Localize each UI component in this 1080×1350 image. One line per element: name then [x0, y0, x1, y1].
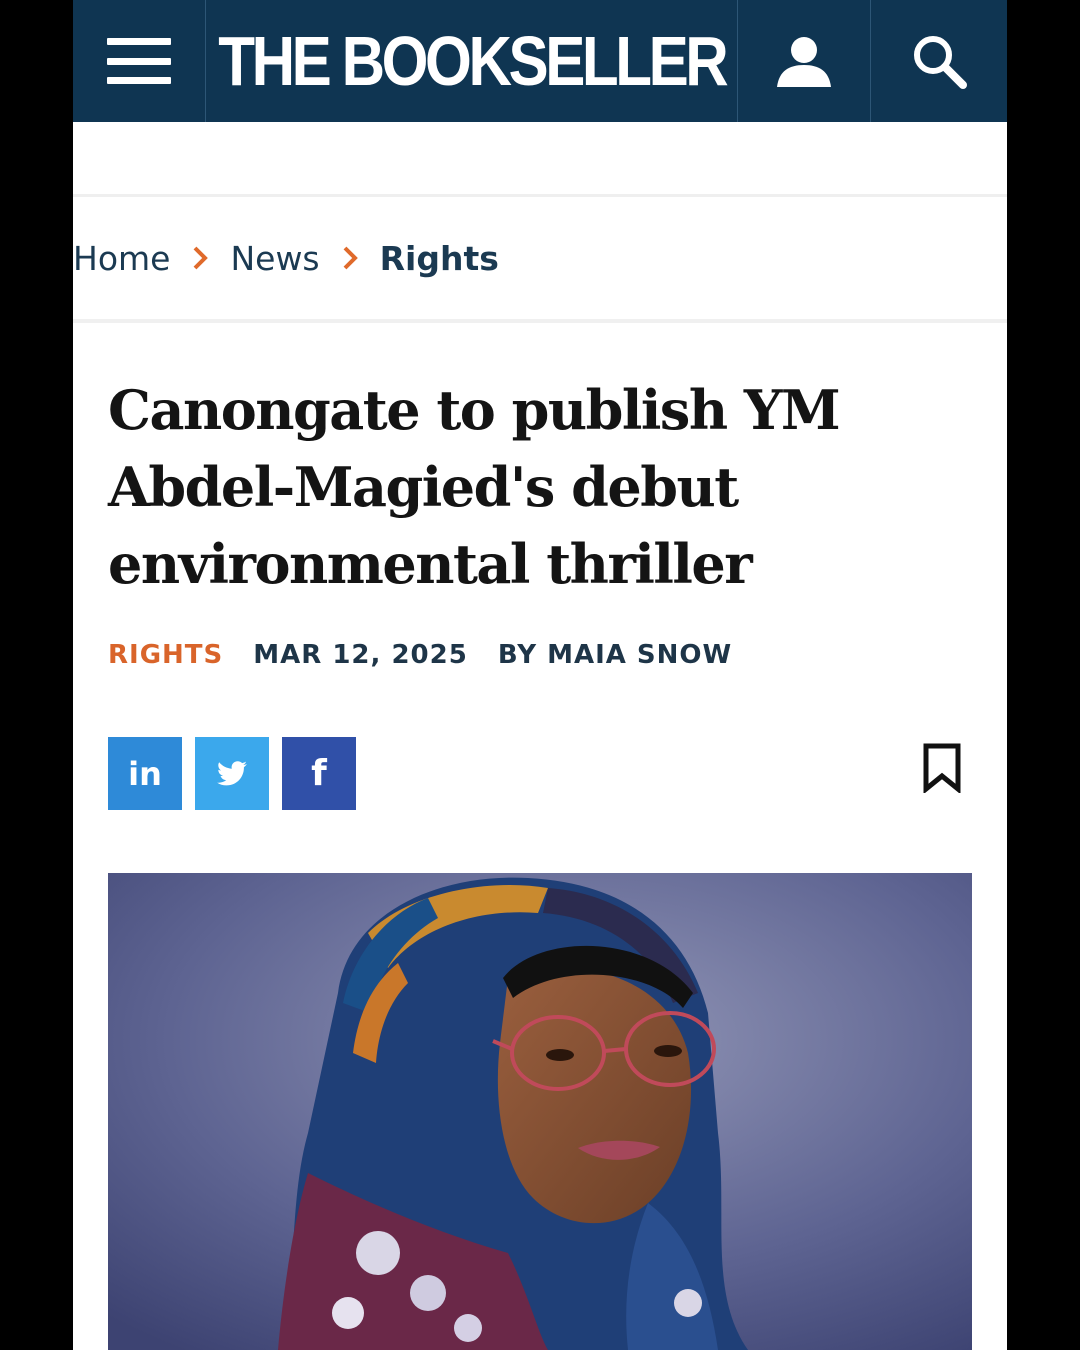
account-button[interactable] [738, 0, 870, 122]
bookmark-icon [923, 743, 961, 795]
menu-button[interactable] [73, 0, 205, 122]
breadcrumb-rights[interactable]: Rights [380, 239, 499, 278]
facebook-icon: f [311, 753, 327, 794]
article-headline: Canongate to publish YM Abdel-Magied's d… [108, 378, 841, 596]
article-byline[interactable]: BY MAIA SNOW [498, 640, 732, 670]
ad-spacer [73, 122, 1007, 197]
breadcrumb-news[interactable]: News [230, 239, 319, 278]
site-logo[interactable]: THE BOOKSELLER [206, 0, 737, 122]
page: THE BOOKSELLER Home News Rights Canongat… [73, 0, 1007, 1350]
site-header: THE BOOKSELLER [73, 0, 1007, 122]
breadcrumb: Home News Rights [73, 197, 1007, 323]
linkedin-icon: in [128, 754, 162, 793]
breadcrumb-home[interactable]: Home [73, 239, 170, 278]
chevron-right-icon [192, 245, 209, 271]
hamburger-menu-icon [107, 38, 171, 84]
twitter-bird-icon [217, 760, 247, 785]
logo-text: THE BOOKSELLER [217, 22, 728, 100]
search-icon [914, 36, 967, 89]
article-photo [108, 873, 972, 1350]
search-button[interactable] [871, 0, 1007, 122]
share-linkedin-button[interactable]: in [108, 737, 182, 810]
author-portrait [108, 873, 972, 1350]
share-facebook-button[interactable]: f [282, 737, 356, 810]
article-meta: RIGHTS MAR 12, 2025 BY MAIA SNOW [108, 640, 732, 670]
article-date: MAR 12, 2025 [253, 640, 468, 670]
article-category[interactable]: RIGHTS [108, 640, 223, 670]
chevron-right-icon [342, 245, 358, 271]
user-icon [777, 37, 831, 87]
bookmark-button[interactable] [921, 743, 963, 795]
share-twitter-button[interactable] [195, 737, 269, 810]
